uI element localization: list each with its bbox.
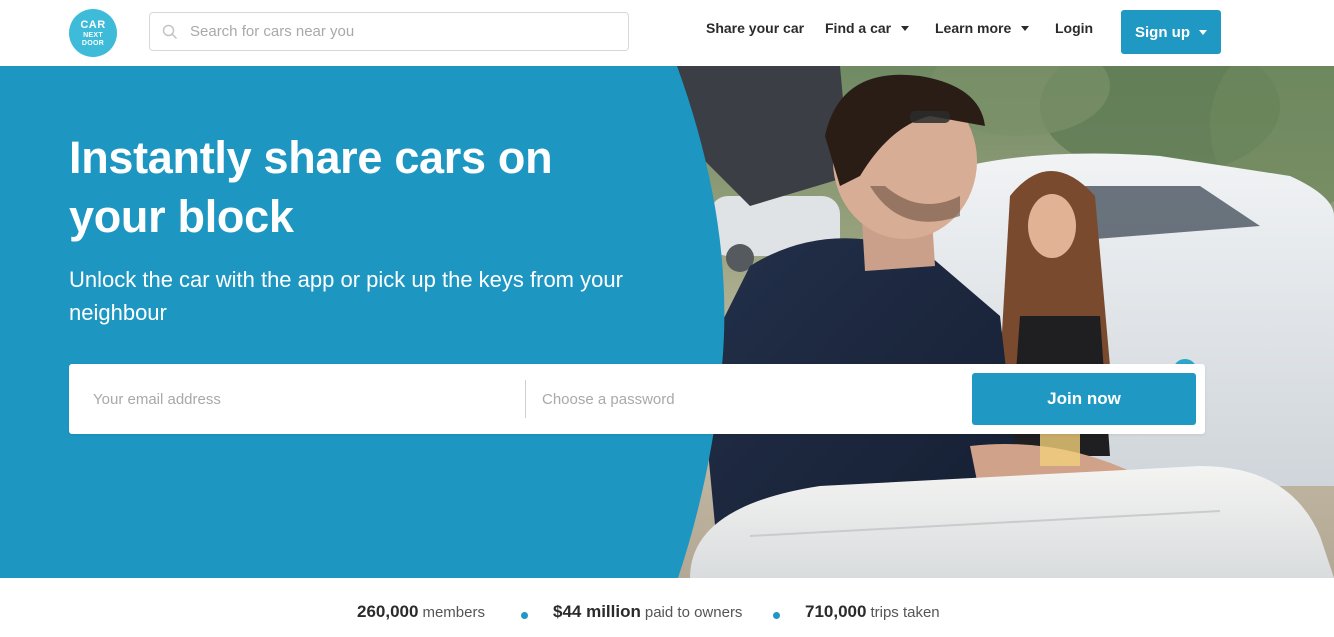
nav-login[interactable]: Login <box>1055 20 1093 36</box>
stat-paid-to-owners: $44 million paid to owners <box>553 602 742 622</box>
search-box <box>149 12 629 51</box>
password-field[interactable] <box>542 364 962 434</box>
stat-trips-taken: 710,000 trips taken <box>805 602 940 622</box>
car-next-door-logo[interactable]: CAR NEXT DOOR <box>69 9 117 57</box>
nav-share-your-car[interactable]: Share your car <box>706 20 804 36</box>
sign-up-label: Sign up <box>1135 23 1190 41</box>
chevron-down-icon <box>901 25 910 31</box>
hero-section: Instantly share cars on your block Unloc… <box>0 66 1334 578</box>
stats-bar: 260,000 members $44 million paid to owners… <box>0 578 1334 637</box>
logo-text-door: DOOR <box>81 39 105 47</box>
stat-value: 710,000 <box>805 602 867 621</box>
top-navbar: CAR NEXT DOOR Share your car Find a car … <box>0 0 1334 66</box>
search-input[interactable] <box>190 13 628 50</box>
stat-label: trips taken <box>870 604 940 621</box>
separator-dot <box>521 612 528 619</box>
nav-find-a-car-label: Find a car <box>825 20 892 36</box>
logo-text-car: CAR <box>80 18 106 31</box>
chevron-down-icon <box>1199 29 1207 35</box>
stat-value: $44 million <box>553 602 641 621</box>
join-now-button[interactable]: Join now <box>972 373 1196 425</box>
stat-label: members <box>422 604 485 621</box>
hero-title: Instantly share cars on your block <box>69 132 553 242</box>
separator-dot <box>773 612 780 619</box>
nav-learn-more-label: Learn more <box>935 20 1012 36</box>
sign-up-button[interactable]: Sign up <box>1121 10 1221 54</box>
nav-login-label: Login <box>1055 20 1094 36</box>
nav-find-a-car[interactable]: Find a car <box>825 20 910 36</box>
search-icon <box>150 13 190 50</box>
stat-label: paid to owners <box>644 604 743 621</box>
join-now-label: Join now <box>1047 389 1121 408</box>
stat-members: 260,000 members <box>357 602 485 622</box>
stat-value: 260,000 <box>357 602 419 621</box>
form-divider <box>525 380 526 418</box>
email-field[interactable] <box>93 364 513 434</box>
join-form: Join now <box>69 364 1205 434</box>
logo-text-next: NEXT <box>83 31 103 39</box>
hero-subtitle: Unlock the car with the app or pick up t… <box>69 267 623 325</box>
nav-share-your-car-label: Share your car <box>706 20 805 36</box>
chevron-down-icon <box>1021 25 1030 31</box>
nav-learn-more[interactable]: Learn more <box>935 20 1030 36</box>
